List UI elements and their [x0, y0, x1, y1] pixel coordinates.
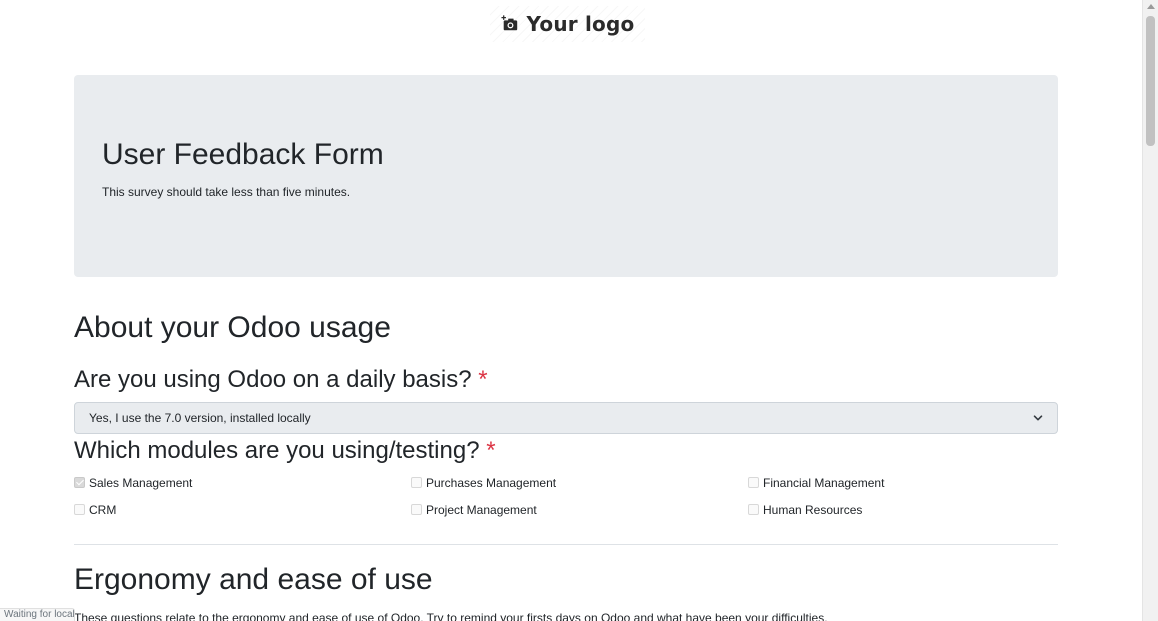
option-project-management[interactable]: Project Management	[411, 501, 748, 518]
option-financial-management[interactable]: Financial Management	[748, 474, 1085, 491]
survey-header: User Feedback Form This survey should ta…	[74, 75, 1058, 277]
question-title-daily-basis: Are you using Odoo on a daily basis? *	[74, 364, 488, 396]
option-label: CRM	[89, 502, 117, 517]
logo[interactable]: Your logo	[490, 6, 645, 42]
option-sales-management[interactable]: Sales Management	[74, 474, 411, 491]
checkbox[interactable]	[74, 477, 85, 488]
required-marker: *	[478, 366, 488, 393]
section-title-odoo-usage: About your Odoo usage	[74, 311, 391, 344]
question-text: Which modules are you using/testing?	[74, 437, 480, 464]
option-crm[interactable]: CRM	[74, 501, 411, 518]
section-title-ergonomy: Ergonomy and ease of use	[74, 563, 433, 596]
section-description-ergonomy: These questions relate to the ergonomy a…	[74, 611, 828, 621]
option-label: Purchases Management	[426, 475, 557, 490]
checkbox[interactable]	[411, 504, 422, 515]
option-label: Financial Management	[763, 475, 885, 490]
scrollbar-thumb[interactable]	[1146, 16, 1155, 146]
section-divider	[74, 544, 1058, 545]
option-human-resources[interactable]: Human Resources	[748, 501, 1085, 518]
chevron-down-icon	[1033, 415, 1043, 421]
survey-title: User Feedback Form	[102, 138, 384, 171]
page: Your logo User Feedback Form This survey…	[0, 0, 1158, 621]
scroll-up-arrow-icon[interactable]	[1147, 4, 1155, 9]
vertical-scrollbar[interactable]	[1142, 0, 1158, 621]
camera-plus-icon	[500, 15, 517, 31]
option-label: Sales Management	[89, 475, 193, 490]
checkbox[interactable]	[748, 504, 759, 515]
daily-usage-select[interactable]: Yes, I use the 7.0 version, installed lo…	[74, 402, 1058, 434]
option-label: Human Resources	[763, 502, 863, 517]
survey-description: This survey should take less than five m…	[102, 185, 351, 199]
question-title-modules: Which modules are you using/testing? *	[74, 435, 496, 467]
checkbox[interactable]	[74, 504, 85, 515]
option-label: Project Management	[426, 502, 537, 517]
question-text: Are you using Odoo on a daily basis?	[74, 366, 472, 393]
checkbox[interactable]	[411, 477, 422, 488]
logo-text: Your logo	[526, 12, 635, 36]
required-marker: *	[486, 437, 496, 464]
browser-status-bar: Waiting for localhost...	[0, 608, 75, 621]
modules-options: Sales Management Purchases Management Fi…	[74, 474, 1085, 518]
checkbox[interactable]	[748, 477, 759, 488]
option-purchases-management[interactable]: Purchases Management	[411, 474, 748, 491]
select-value: Yes, I use the 7.0 version, installed lo…	[89, 411, 311, 425]
